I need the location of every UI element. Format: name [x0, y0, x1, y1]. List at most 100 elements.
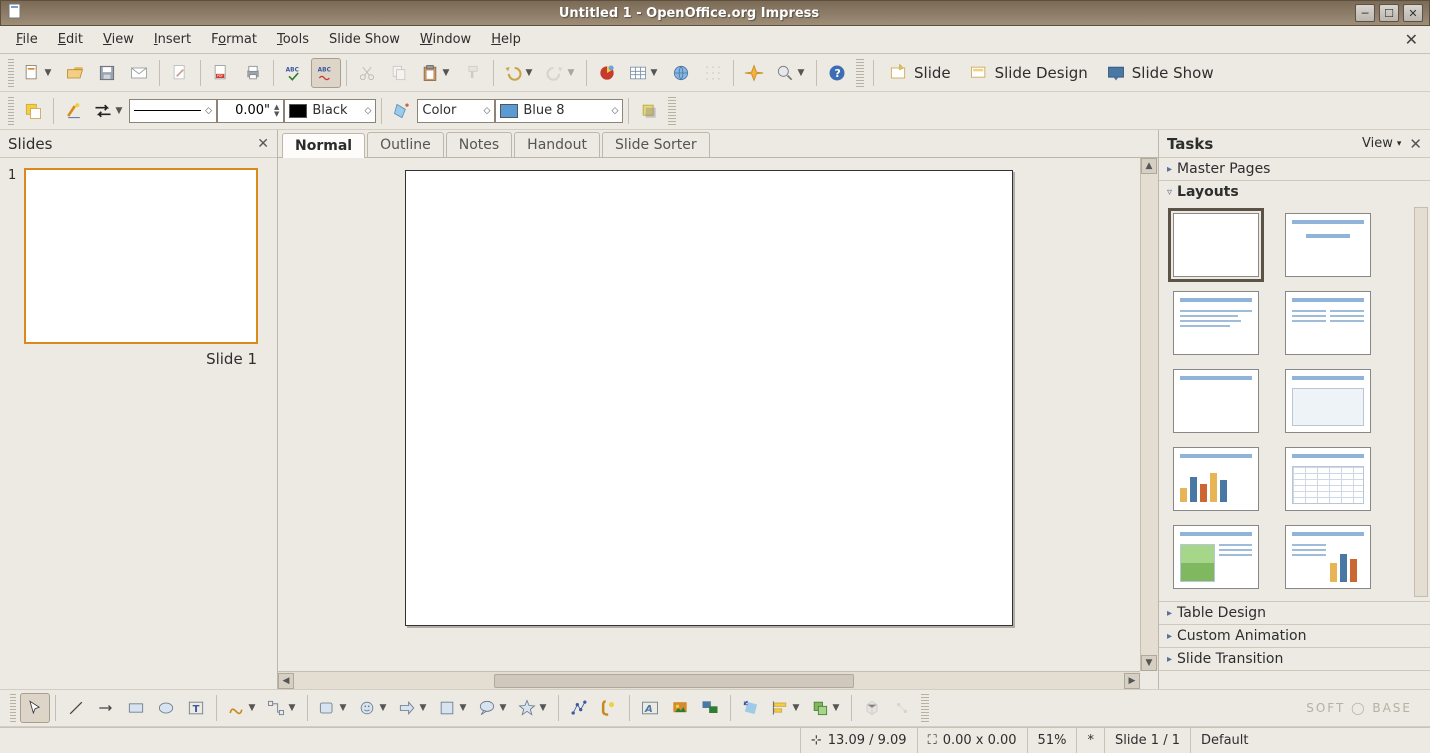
- layout-title-chart-content[interactable]: [1285, 525, 1371, 589]
- block-arrows-tool[interactable]: ▼: [393, 693, 433, 723]
- layout-blank[interactable]: [1173, 213, 1259, 277]
- flowchart-tool[interactable]: ▼: [433, 693, 473, 723]
- ellipse-tool[interactable]: [151, 693, 181, 723]
- close-window-button[interactable]: ✕: [1403, 4, 1423, 22]
- task-layouts[interactable]: ▿Layouts: [1159, 181, 1430, 203]
- layout-title-table[interactable]: [1285, 447, 1371, 511]
- maximize-button[interactable]: ☐: [1379, 4, 1399, 22]
- interaction-tool[interactable]: [887, 693, 917, 723]
- rectangle-tool[interactable]: [121, 693, 151, 723]
- symbol-shapes-tool[interactable]: ▼: [353, 693, 393, 723]
- table-button[interactable]: ▼: [624, 58, 664, 88]
- status-zoom[interactable]: 51%: [1027, 728, 1077, 753]
- hscroll-thumb[interactable]: [494, 674, 854, 688]
- menu-tools[interactable]: Tools: [267, 30, 319, 49]
- layout-title-content[interactable]: [1173, 291, 1259, 355]
- close-tasks-icon[interactable]: ✕: [1409, 135, 1422, 153]
- slide-canvas[interactable]: [405, 170, 1013, 626]
- slide-thumbnail[interactable]: [24, 168, 258, 344]
- from-file-tool[interactable]: [665, 693, 695, 723]
- spellcheck-button[interactable]: ABC: [279, 58, 309, 88]
- spin-down[interactable]: ▼: [274, 111, 279, 118]
- new-doc-button[interactable]: ▼: [18, 58, 58, 88]
- layout-title-object[interactable]: [1285, 369, 1371, 433]
- navigator-button[interactable]: [739, 58, 769, 88]
- redo-button[interactable]: ▼: [541, 58, 581, 88]
- line-style-select[interactable]: ◇: [129, 99, 217, 123]
- menu-insert[interactable]: Insert: [144, 30, 201, 49]
- tab-handout[interactable]: Handout: [514, 132, 600, 157]
- basic-shapes-tool[interactable]: ▼: [313, 693, 353, 723]
- line-tool[interactable]: [61, 693, 91, 723]
- open-button[interactable]: [60, 58, 90, 88]
- help-button[interactable]: ?: [822, 58, 852, 88]
- tasks-view-menu[interactable]: View ▾: [1362, 136, 1401, 151]
- scroll-left[interactable]: ◀: [278, 673, 294, 689]
- tab-normal[interactable]: Normal: [282, 133, 365, 158]
- fill-mode-select[interactable]: Color ◇: [417, 99, 495, 123]
- line-color-select[interactable]: Black ◇: [284, 99, 376, 123]
- toolbar-overflow-3[interactable]: [921, 694, 929, 722]
- gallery-tool[interactable]: [695, 693, 725, 723]
- shadow-button[interactable]: [634, 96, 664, 126]
- line-width-field[interactable]: [224, 103, 270, 118]
- area-dialog-button[interactable]: [387, 96, 417, 126]
- menu-help[interactable]: Help: [481, 30, 531, 49]
- callout-tool[interactable]: ▼: [473, 693, 513, 723]
- toolbar-grip[interactable]: [8, 59, 14, 87]
- tab-outline[interactable]: Outline: [367, 132, 444, 157]
- slide-design-button[interactable]: Slide Design: [960, 58, 1097, 88]
- slide-button[interactable]: Slide: [879, 58, 960, 88]
- arrange-button[interactable]: [18, 96, 48, 126]
- hyperlink-button[interactable]: [666, 58, 696, 88]
- chart-button[interactable]: [592, 58, 622, 88]
- save-button[interactable]: [92, 58, 122, 88]
- layout-title-chart[interactable]: [1173, 447, 1259, 511]
- layouts-scrollbar[interactable]: [1414, 207, 1428, 597]
- task-table-design[interactable]: ▸Table Design: [1159, 602, 1430, 624]
- cut-button[interactable]: [352, 58, 382, 88]
- menu-file[interactable]: File: [6, 30, 48, 49]
- close-doc-button[interactable]: ✕: [1399, 30, 1424, 49]
- glue-points-tool[interactable]: [594, 693, 624, 723]
- line-width-input[interactable]: ▲▼: [217, 99, 284, 123]
- text-tool[interactable]: T: [181, 693, 211, 723]
- email-button[interactable]: [124, 58, 154, 88]
- toolbar-overflow[interactable]: [856, 59, 864, 87]
- scroll-up[interactable]: ▲: [1141, 158, 1157, 174]
- export-pdf-button[interactable]: PDF: [206, 58, 236, 88]
- align-tool[interactable]: ▼: [766, 693, 806, 723]
- connector-tool[interactable]: ▼: [262, 693, 302, 723]
- stars-tool[interactable]: ▼: [513, 693, 553, 723]
- edit-file-button[interactable]: [165, 58, 195, 88]
- undo-button[interactable]: ▼: [499, 58, 539, 88]
- fill-color-select[interactable]: Blue 8 ◇: [495, 99, 623, 123]
- toolbar-grip-2[interactable]: [8, 97, 14, 125]
- task-master-pages[interactable]: ▸Master Pages: [1159, 158, 1430, 180]
- slideshow-button[interactable]: Slide Show: [1097, 58, 1223, 88]
- arrow-style-button[interactable]: ▼: [89, 96, 129, 126]
- vertical-scrollbar[interactable]: ▲ ▼: [1140, 158, 1158, 671]
- toolbar-grip-3[interactable]: [10, 694, 16, 722]
- curve-tool[interactable]: ▼: [222, 693, 262, 723]
- menu-format[interactable]: Format: [201, 30, 267, 49]
- layout-title-only[interactable]: [1173, 369, 1259, 433]
- tab-sorter[interactable]: Slide Sorter: [602, 132, 710, 157]
- horizontal-scrollbar[interactable]: ◀ ▶: [278, 671, 1140, 689]
- print-button[interactable]: [238, 58, 268, 88]
- menu-slideshow[interactable]: Slide Show: [319, 30, 410, 49]
- layout-title[interactable]: [1285, 213, 1371, 277]
- format-paintbrush-button[interactable]: [458, 58, 488, 88]
- minimize-button[interactable]: ─: [1355, 4, 1375, 22]
- task-custom-animation[interactable]: ▸Custom Animation: [1159, 625, 1430, 647]
- arrow-line-tool[interactable]: [91, 693, 121, 723]
- scroll-down[interactable]: ▼: [1141, 655, 1157, 671]
- grid-button[interactable]: [698, 58, 728, 88]
- tab-notes[interactable]: Notes: [446, 132, 512, 157]
- fontwork-tool[interactable]: A: [635, 693, 665, 723]
- line-style-dialog[interactable]: [59, 96, 89, 126]
- points-tool[interactable]: [564, 693, 594, 723]
- copy-button[interactable]: [384, 58, 414, 88]
- auto-spellcheck-button[interactable]: ABC: [311, 58, 341, 88]
- rotate-tool[interactable]: [736, 693, 766, 723]
